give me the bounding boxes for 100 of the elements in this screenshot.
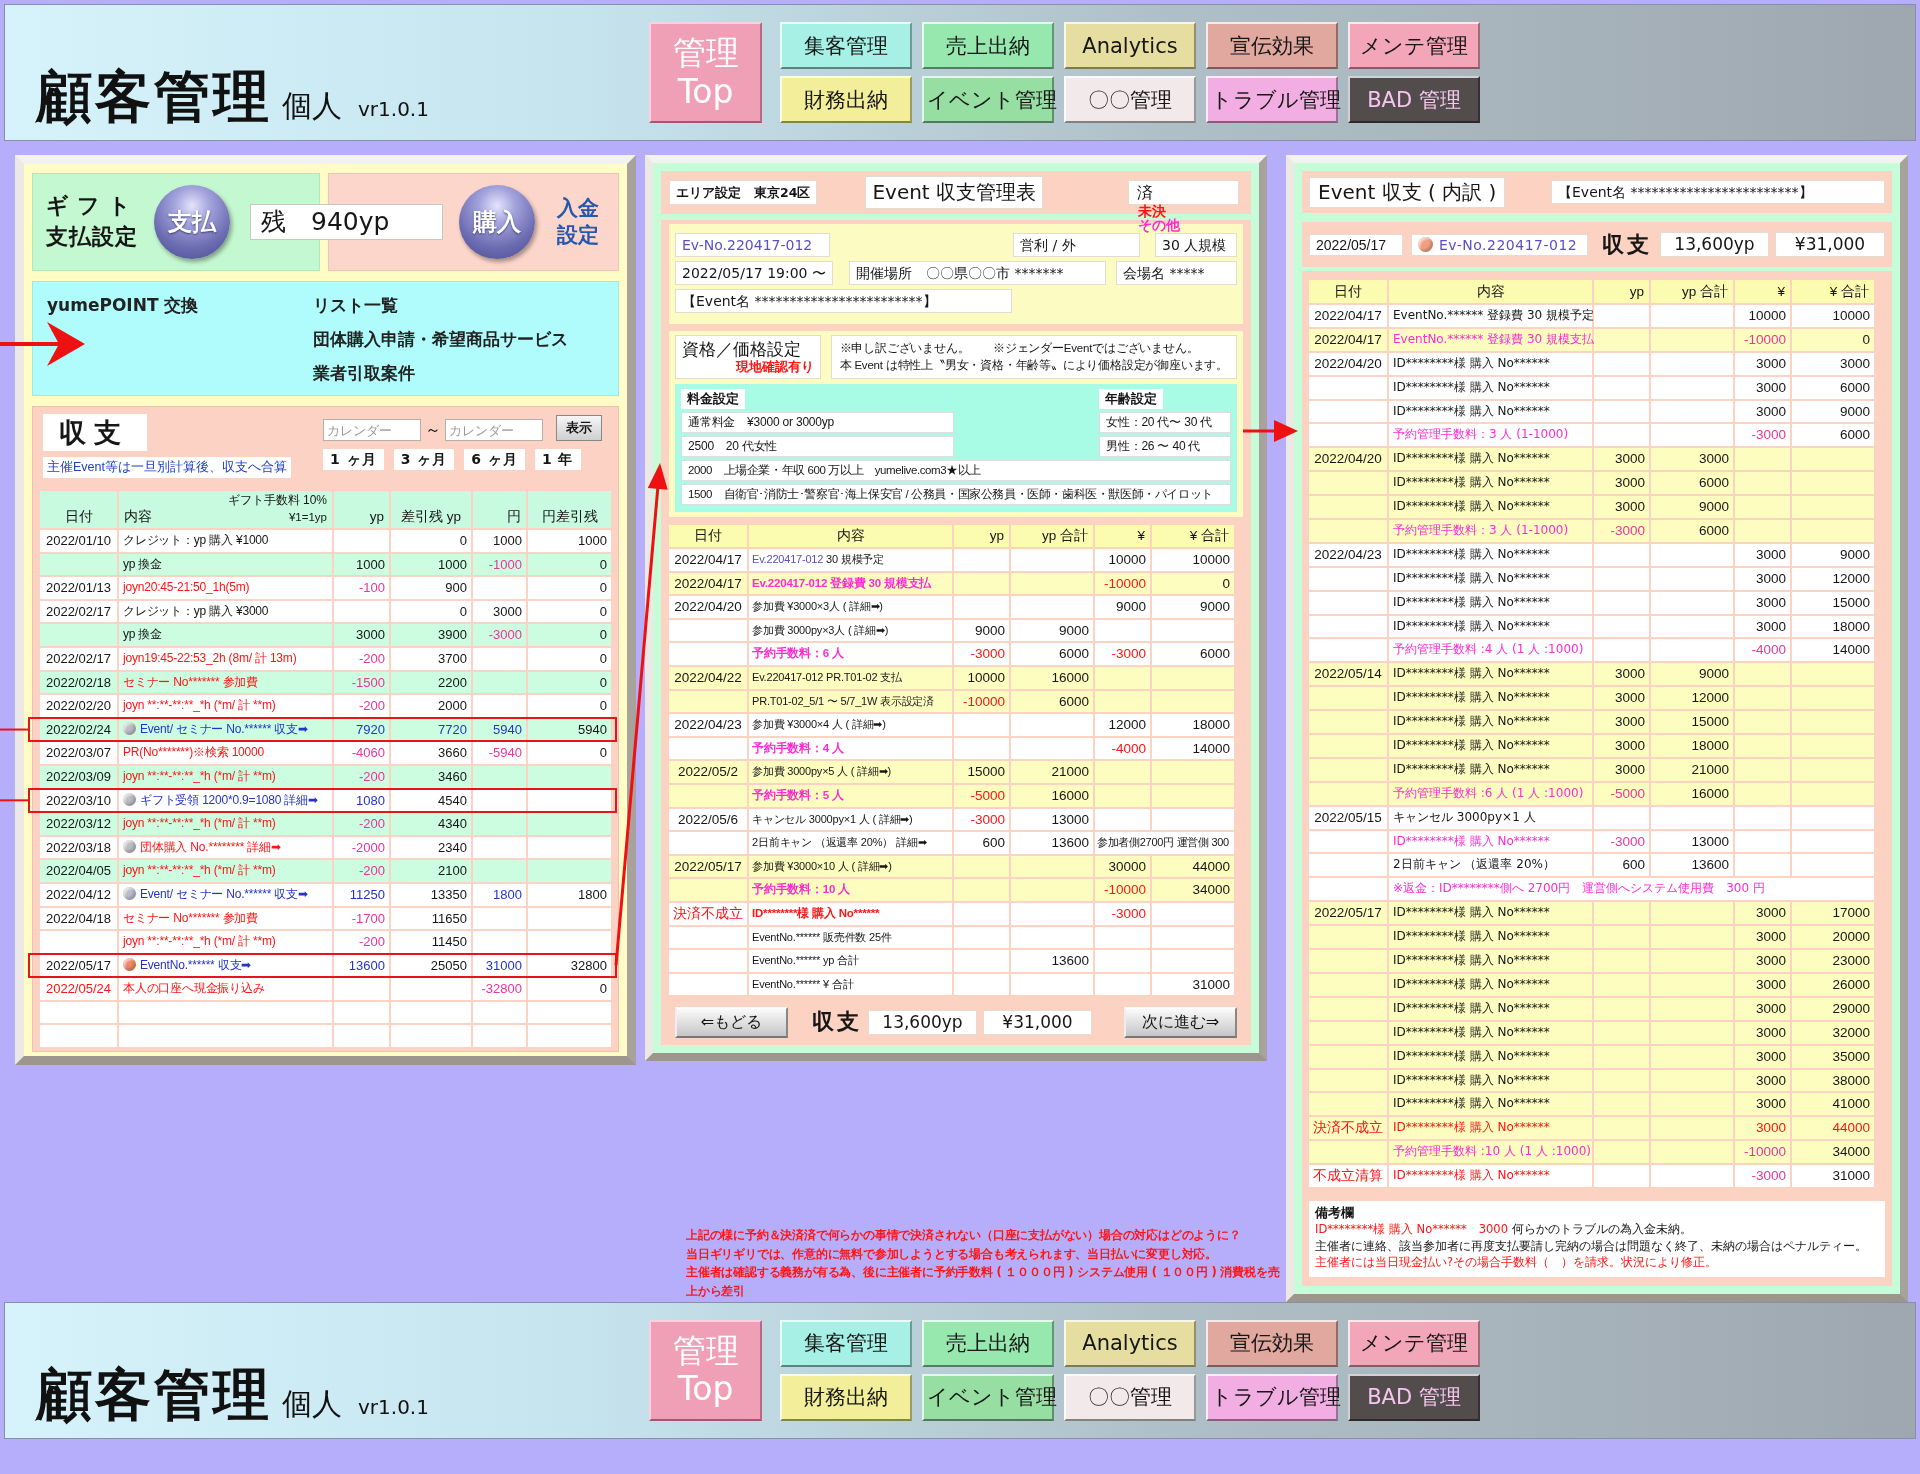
table-cell: ID********様 購入 No****** xyxy=(1389,687,1592,710)
menu-link[interactable]: yumePOINT 交換 xyxy=(47,288,313,322)
period-button[interactable]: 6 ヶ月 xyxy=(464,449,525,470)
date-field[interactable]: カレンダー xyxy=(445,419,543,441)
table-cell: ID********様 購入 No****** xyxy=(1389,950,1592,972)
table-cell: 3660 xyxy=(391,742,471,764)
table-cell: 3000 xyxy=(1792,352,1874,375)
table-cell: ID********様 購入 No****** xyxy=(1389,1021,1592,1044)
table-cell: 14000 xyxy=(1152,737,1234,760)
table-cell: joyn **:**-**:**_*h (*m/ 計 **m) xyxy=(119,813,332,835)
period-button[interactable]: 3 ヶ月 xyxy=(393,449,455,470)
table-cell: -200 xyxy=(334,765,389,788)
table-cell: Ev.220417-012 30 規模予定 xyxy=(749,549,952,571)
entry-link[interactable]: Event/ セミナー No.****** 収支➡ xyxy=(140,886,308,901)
table-cell: 14000 xyxy=(1792,639,1874,662)
nav-button[interactable]: Analytics xyxy=(1064,22,1196,69)
menu-link[interactable]: リスト一覧 xyxy=(313,288,568,322)
nav-button[interactable]: 売上出納 xyxy=(922,1319,1054,1367)
table-cell: ID********様 購入 No****** xyxy=(1389,926,1592,949)
table-cell: 2022/05/24 xyxy=(40,978,117,1000)
nav-button[interactable]: 財務出納 xyxy=(780,1373,912,1421)
table-cell: 0 xyxy=(528,742,611,764)
fee-field: 通常料金 ¥3000 or 3000yp xyxy=(681,412,954,433)
menu-link[interactable]: 団体購入申請・希望商品サービス xyxy=(313,322,568,356)
total-yen-field: ¥31,000 xyxy=(983,1009,1092,1035)
table-cell: 31000 xyxy=(473,954,526,977)
pricing-title: 資格／価格設定 xyxy=(682,339,802,359)
table-cell: -32800 xyxy=(473,978,526,1000)
column-header: yp 合計 xyxy=(1651,280,1733,303)
fee-label: 料金設定 xyxy=(681,389,745,409)
nav-button[interactable]: 宣伝効果 xyxy=(1206,1319,1338,1367)
scale-field: 30 人規模 xyxy=(1155,233,1237,257)
nav-button[interactable]: 売上出納 xyxy=(922,22,1054,69)
table-cell: 31000 xyxy=(1792,1165,1874,1187)
table-cell: 2022/04/18 xyxy=(40,907,117,930)
event-name-field: 【Event名 ************************】 xyxy=(1551,180,1885,204)
table-cell: 3000 xyxy=(1594,663,1649,686)
table-cell: 2022/05/2 xyxy=(669,761,747,783)
memo-text: 主催者は確認する義務が有る為、後に主催者に予約手数料 ( １０００円 ) システム使用 ( １００円 ) 消費税を売上から差引 xyxy=(686,1264,1281,1300)
table-cell: 3000 xyxy=(1735,567,1790,590)
table-cell: 予約管理手数料：3 人 (1-1000) xyxy=(1389,424,1592,447)
nav-button[interactable]: Analytics xyxy=(1064,1319,1196,1367)
next-button[interactable]: 次に進む⇒ xyxy=(1124,1006,1237,1038)
nav-button[interactable]: 〇〇管理 xyxy=(1064,1373,1196,1421)
event-name-field: 【Event名 ************************】 xyxy=(675,289,1012,313)
table-cell: 2022/04/20 xyxy=(1309,352,1387,375)
table-cell: -2000 xyxy=(334,836,389,859)
nav-button[interactable]: メンテ管理 xyxy=(1348,1319,1480,1367)
date-field[interactable]: カレンダー xyxy=(323,419,421,441)
entry-link[interactable]: ギフト受領 1200*0.9=1080 詳細➡ xyxy=(140,792,318,807)
nav-button[interactable]: 宣伝効果 xyxy=(1206,22,1338,69)
nav-button[interactable]: メンテ管理 xyxy=(1348,22,1480,69)
onsite-check-note: 現地確認有り xyxy=(734,359,814,375)
period-button[interactable]: 1 年 xyxy=(534,449,581,470)
table-cell: 13600 xyxy=(1011,950,1093,972)
table-cell: 20000 xyxy=(1792,926,1874,949)
nav-button[interactable]: BAD 管理 xyxy=(1348,76,1480,123)
table-cell: 11650 xyxy=(391,907,471,930)
entry-link[interactable]: EventNo.****** 収支➡ xyxy=(140,957,252,972)
table-cell: 2022/02/20 xyxy=(40,695,117,717)
table-cell: 3000 xyxy=(1735,973,1790,996)
table-cell: 予約手数料：4 人 xyxy=(749,737,952,760)
table-cell: ID********様 購入 No****** xyxy=(1389,830,1592,853)
table-cell: 2022/03/18 xyxy=(40,836,117,859)
table-cell: 6000 xyxy=(1651,472,1733,495)
section-title: 収支 xyxy=(43,414,147,451)
table-cell: 6000 xyxy=(1011,643,1093,665)
column-header: 円 xyxy=(473,491,526,528)
status-field[interactable]: 済 xyxy=(1128,180,1239,205)
period-button[interactable]: 1 ヶ月 xyxy=(323,449,384,470)
table-cell: ID********様 購入 No****** xyxy=(1389,591,1592,614)
nav-button[interactable]: BAD 管理 xyxy=(1348,1373,1480,1421)
table-cell: 3000 xyxy=(1735,1117,1790,1140)
nav-button[interactable]: 〇〇管理 xyxy=(1064,76,1196,123)
nav-button[interactable]: 財務出納 xyxy=(780,76,912,123)
connector-arrow xyxy=(1243,420,1298,442)
entry-link[interactable]: Event/ セミナー No.****** 収支➡ xyxy=(140,721,308,736)
show-button[interactable]: 表示 xyxy=(556,414,602,441)
table-cell: ID********様 購入 No****** xyxy=(1389,352,1592,375)
table-cell: joyn **:**-**:**_*h (*m/ 計 **m) xyxy=(119,765,332,788)
table-cell: 32800 xyxy=(528,954,611,977)
total-yen-field: ¥31,000 xyxy=(1775,232,1885,257)
table-cell: 9000 xyxy=(1651,663,1733,686)
table-cell: ID********様 購入 No****** xyxy=(1389,615,1592,638)
nav-button[interactable]: 集客管理 xyxy=(780,22,912,69)
table-cell: 0 xyxy=(528,671,611,694)
back-button[interactable]: ⇐もどる xyxy=(675,1006,788,1038)
table-cell: ID********様 購入 No****** xyxy=(1389,400,1592,423)
table-cell: 0 xyxy=(528,978,611,1000)
table-cell: 0 xyxy=(1152,572,1234,595)
table-cell: 13000 xyxy=(1011,808,1093,831)
table-cell: 2022/04/17 xyxy=(669,549,747,571)
deposit-settings-link[interactable]: 入金設定 xyxy=(557,194,603,250)
table-cell: 3000 xyxy=(1735,997,1790,1020)
table-cell: ID********様 購入 No****** xyxy=(1389,1093,1592,1116)
menu-link[interactable]: 業者引取案件 xyxy=(313,356,568,390)
table-cell: キャンセル 3000py×1 人 xyxy=(1389,806,1592,829)
entry-link[interactable]: 団体購入 No.******** 詳細➡ xyxy=(140,839,281,854)
column-header: 円差引残 xyxy=(528,491,611,528)
nav-button[interactable]: 集客管理 xyxy=(780,1319,912,1367)
